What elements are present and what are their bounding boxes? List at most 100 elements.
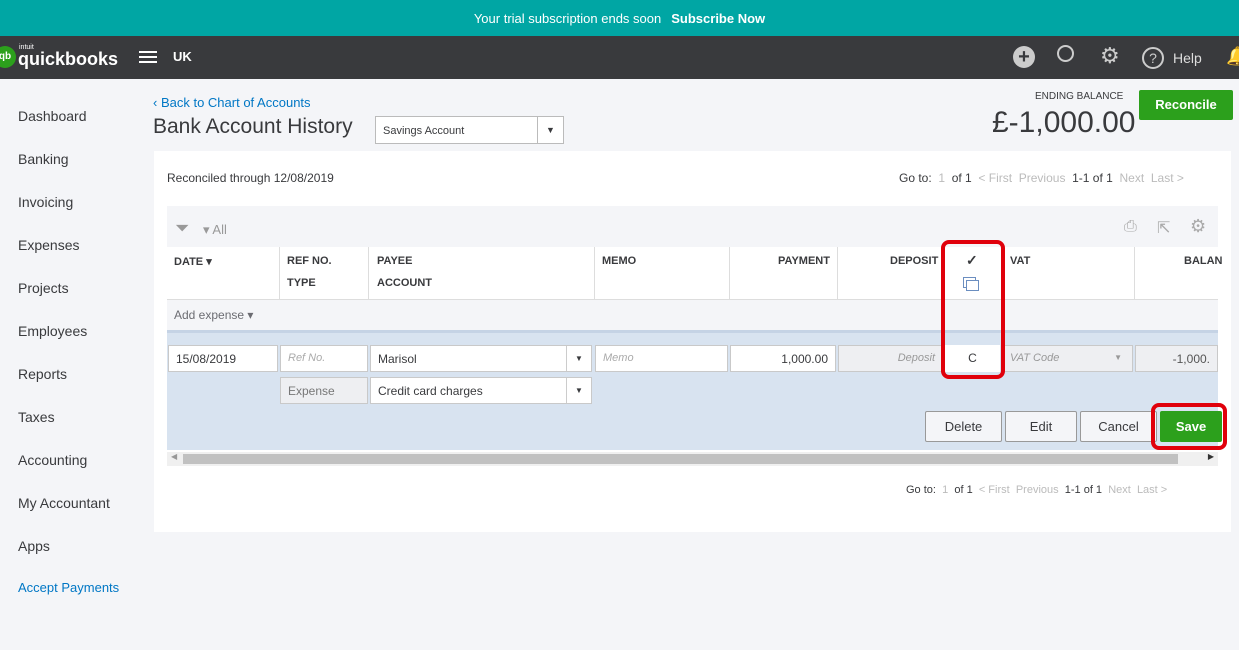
col-payee[interactable]: PAYEE	[377, 255, 412, 267]
cleared-column-highlight	[941, 240, 1005, 379]
scroll-right-arrow-icon[interactable]: ▶	[1208, 452, 1214, 461]
range-label: 1-1 of 1	[1072, 171, 1113, 185]
col-account[interactable]: ACCOUNT	[377, 277, 432, 289]
last-link[interactable]: Last >	[1151, 171, 1184, 185]
sidebar-item-accounting[interactable]: Accounting	[18, 452, 87, 468]
type-field: Expense	[280, 377, 368, 404]
ref-no-field[interactable]: Ref No.	[280, 345, 368, 372]
last-link[interactable]: Last >	[1137, 484, 1167, 496]
col-balance[interactable]: BALAN	[1184, 255, 1223, 267]
scrollbar-thumb[interactable]	[183, 454, 1178, 464]
scroll-left-arrow-icon[interactable]: ◀	[171, 452, 177, 461]
page-count: of 1	[954, 484, 973, 496]
previous-link[interactable]: Previous	[1019, 171, 1066, 185]
reconcile-button[interactable]: Reconcile	[1139, 90, 1233, 120]
page-title: Bank Account History	[153, 115, 353, 138]
account-value: Credit card charges	[378, 384, 483, 398]
page-count: of 1	[951, 171, 972, 185]
payee-field[interactable]: Marisol ▼	[370, 345, 592, 372]
add-expense-row	[167, 300, 1218, 330]
chevron-down-icon: ▼	[1114, 353, 1122, 362]
next-link[interactable]: Next	[1108, 484, 1131, 496]
range-label: 1-1 of 1	[1064, 484, 1103, 496]
sidebar-item-reports[interactable]: Reports	[18, 366, 67, 382]
print-icon[interactable]: ⎙	[1124, 218, 1137, 236]
top-bar: qb intuit quickbooks UK + ⚙ ? Help 🔔	[0, 36, 1239, 79]
sidebar-item-banking[interactable]: Banking	[18, 151, 69, 167]
back-link-label: Back to Chart of Accounts	[160, 95, 311, 110]
chevron-down-icon: ▼	[566, 346, 591, 371]
reconciled-through: Reconciled through 12/08/2019	[167, 171, 334, 185]
account-select[interactable]: Savings Account ▼	[375, 116, 564, 144]
col-date-label: DATE	[174, 256, 204, 268]
deposit-field[interactable]: Deposit	[838, 345, 943, 372]
trial-text: Your trial subscription ends soon	[473, 10, 662, 26]
page-input[interactable]: 1	[942, 484, 948, 496]
page-input[interactable]: 1	[938, 171, 945, 185]
payment-field[interactable]: 1,000.00	[730, 345, 836, 372]
sidebar-item-apps[interactable]: Apps	[18, 538, 50, 554]
sidebar-item-my-accountant[interactable]: My Accountant	[18, 495, 110, 511]
save-button-highlight	[1151, 403, 1227, 450]
account-select-value: Savings Account	[383, 125, 465, 137]
balance-field: -1,000.	[1135, 345, 1218, 372]
previous-link[interactable]: Previous	[1016, 484, 1059, 496]
gear-icon[interactable]: ⚙	[1100, 43, 1120, 69]
trial-banner: Your trial subscription ends soon Subscr…	[0, 0, 1239, 36]
hamburger-menu-icon[interactable]	[139, 51, 157, 63]
ending-balance-label: ENDING BALANCE	[1035, 91, 1124, 102]
pagination-top: Go to: 1 of 1 < First Previous 1-1 of 1 …	[899, 171, 1184, 185]
cancel-button[interactable]: Cancel	[1080, 411, 1157, 442]
ending-balance-value: £-1,000.00	[992, 106, 1136, 139]
add-expense-label: Add expense	[174, 308, 245, 322]
sidebar-item-taxes[interactable]: Taxes	[18, 409, 55, 425]
chevron-down-icon: ▼	[566, 378, 591, 403]
help-icon[interactable]: ?	[1142, 47, 1164, 69]
edit-button[interactable]: Edit	[1005, 411, 1077, 442]
settings-icon[interactable]: ⚙	[1190, 216, 1206, 237]
col-ref[interactable]: REF NO.	[287, 255, 332, 267]
sidebar-item-employees[interactable]: Employees	[18, 323, 87, 339]
sidebar-item-invoicing[interactable]: Invoicing	[18, 194, 73, 210]
subscribe-link[interactable]: Subscribe Now	[671, 11, 765, 26]
first-link[interactable]: < First	[978, 171, 1012, 185]
col-memo[interactable]: MEMO	[602, 255, 636, 267]
filter-icon[interactable]: ⏷	[175, 218, 189, 239]
filter-label: All	[212, 222, 227, 237]
sidebar-item-expenses[interactable]: Expenses	[18, 237, 79, 253]
first-link[interactable]: < First	[979, 484, 1010, 496]
vat-code-field[interactable]: VAT Code ▼	[1002, 345, 1133, 372]
search-icon[interactable]	[1057, 45, 1074, 62]
goto-label: Go to:	[899, 171, 932, 185]
quickbooks-logo[interactable]: qb	[0, 46, 16, 68]
col-deposit[interactable]: DEPOSIT	[890, 255, 938, 267]
memo-field[interactable]: Memo	[595, 345, 728, 372]
region-label: UK	[173, 49, 192, 64]
goto-label: Go to:	[906, 484, 936, 496]
payee-value: Marisol	[378, 352, 417, 366]
pagination-bottom: Go to: 1 of 1 < First Previous 1-1 of 1 …	[906, 484, 1167, 496]
col-type[interactable]: TYPE	[287, 277, 316, 289]
account-field[interactable]: Credit card charges ▼	[370, 377, 592, 404]
export-icon[interactable]: ⇱	[1157, 218, 1170, 238]
add-icon[interactable]: +	[1013, 46, 1035, 68]
chevron-down-icon: ▼	[537, 117, 563, 143]
filter-dropdown[interactable]: ▾ All	[203, 222, 227, 238]
bell-icon[interactable]: 🔔	[1226, 46, 1239, 67]
logo-text: quickbooks	[18, 49, 119, 69]
col-date[interactable]: DATE ▾	[174, 255, 212, 268]
col-payment[interactable]: PAYMENT	[778, 255, 830, 267]
next-link[interactable]: Next	[1119, 171, 1144, 185]
col-vat[interactable]: VAT	[1010, 255, 1030, 267]
back-link[interactable]: ‹ Back to Chart of Accounts	[153, 95, 311, 110]
sidebar-item-accept-payments[interactable]: Accept Payments	[18, 580, 119, 595]
help-label[interactable]: Help	[1173, 50, 1202, 66]
vat-code-placeholder: VAT Code	[1010, 352, 1060, 364]
sidebar-item-projects[interactable]: Projects	[18, 280, 69, 296]
date-field[interactable]: 15/08/2019	[168, 345, 278, 372]
sidebar-item-dashboard[interactable]: Dashboard	[18, 108, 87, 124]
table-toolbar	[167, 206, 1218, 247]
delete-button[interactable]: Delete	[925, 411, 1002, 442]
horizontal-scrollbar[interactable]: ◀ ▶	[167, 452, 1218, 466]
add-expense-dropdown[interactable]: Add expense ▾	[174, 308, 253, 322]
